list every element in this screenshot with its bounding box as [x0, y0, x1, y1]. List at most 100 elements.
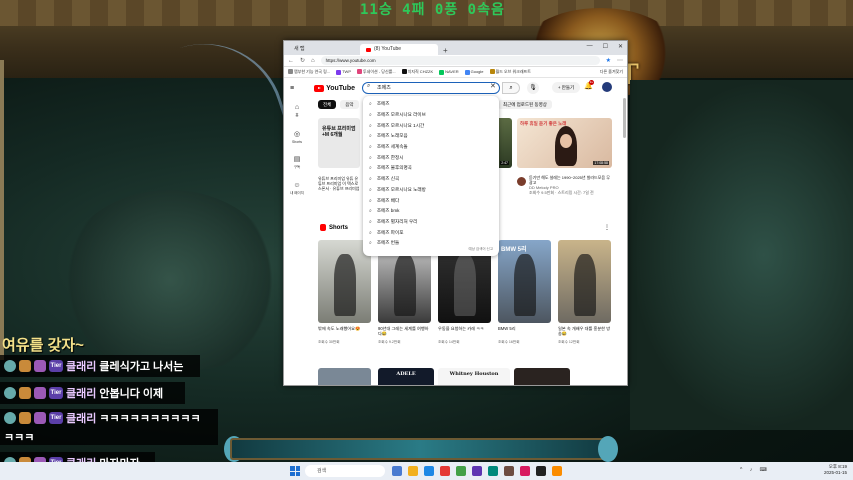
suggestion-item[interactable]: ⌕ 조에즈 불후의명곡 [363, 163, 499, 174]
bookmark-item[interactable]: TWP [336, 69, 351, 75]
game-frame-left-edge [0, 60, 4, 360]
short-title[interactable]: 밖에 속도 노래했어요😍 [318, 326, 371, 331]
short-thumbnail[interactable]: BMW 5리 [498, 240, 551, 323]
chat-message: Tier 클래리 안봅니다 이제 [0, 382, 185, 404]
tab-youtube[interactable]: (8) YouTube [360, 44, 438, 55]
chip-music[interactable]: 음악 [340, 100, 359, 109]
app-icon[interactable] [536, 466, 546, 476]
file-explorer-icon[interactable] [408, 466, 418, 476]
refresh-icon[interactable]: ↻ [300, 57, 305, 64]
suggestion-item[interactable]: ⌕ 조에즈 배다 [363, 195, 499, 206]
app-icon[interactable] [456, 466, 466, 476]
bookmark-item[interactable]: NAVER [439, 69, 459, 75]
suggestion-item[interactable]: ⌕ 조에즈 [363, 99, 499, 110]
windows-start-icon[interactable] [290, 466, 300, 476]
short-title[interactable]: BMW 5리 [498, 326, 551, 331]
new-tab-button[interactable]: + [440, 46, 451, 55]
voice-search-button[interactable]: 🎙 [527, 82, 539, 94]
suggestion-item[interactable]: ⌕ 조에즈 모르시나요 1시간 [363, 120, 499, 131]
suggestion-item[interactable]: ⌕ 조에즈 모르시나요 라이브 [363, 110, 499, 121]
tab-label: 새 탭 [294, 46, 305, 52]
task-view-icon[interactable] [392, 466, 402, 476]
suggestion-item[interactable]: ⌕ 조에즈 별자리처 우리 [363, 217, 499, 228]
profile-icon: ☺ [293, 182, 301, 189]
heart-badge-icon [34, 360, 46, 372]
bar-cap-right [598, 436, 618, 462]
video-thumbnail[interactable]: 하루 휴일 듣기 좋은 노래 17:08:58 [517, 118, 612, 168]
report-suggestions-link[interactable]: 예상 검색어 신고 [469, 247, 494, 252]
clear-search-button[interactable]: ✕ [490, 82, 496, 90]
search-input[interactable]: 조에즈 [362, 82, 500, 94]
edge-browser-icon[interactable] [424, 466, 434, 476]
video-thumbnail[interactable]: Whitney Houston [438, 368, 510, 385]
chat-text: ㅋㅋㅋㅋㅋㅋㅋㅋㅋㅋ [99, 412, 201, 425]
app-icon[interactable] [488, 466, 498, 476]
viewer-badge-icon [4, 411, 16, 424]
video-duration: 17:08:58 [593, 161, 609, 165]
home-icon[interactable]: ⌂ [311, 58, 315, 64]
video-thumbnail[interactable]: ADELE [378, 368, 434, 385]
extensions-icon[interactable]: ⋯ [617, 57, 623, 64]
video-thumbnail[interactable] [514, 368, 570, 385]
sidebar-item-you[interactable]: ☺ 내 페이지 [284, 176, 310, 202]
short-title[interactable]: 일본 속 개배우 대를 흥분한 방송😂 [558, 326, 611, 336]
app-icon[interactable] [504, 466, 514, 476]
video-title[interactable]: 듣기만 해도 설레는 1990~2025년 발라드모음 무광고 [529, 175, 612, 185]
tab-bar: 새 탭 (8) YouTube + — ☐ ✕ [284, 41, 627, 55]
menu-icon[interactable]: ≡ [290, 85, 294, 92]
system-tray[interactable]: ^ ♪ ⌨ [740, 467, 770, 473]
suggestion-item[interactable]: ⌕ 조에즈 파이포 [363, 227, 499, 238]
avatar[interactable] [602, 82, 612, 92]
shorts-icon: ◎ [293, 130, 301, 138]
maximize-button[interactable]: ☐ [603, 43, 608, 50]
url-field[interactable]: https://www.youtube.com [320, 56, 600, 65]
video-thumbnail[interactable] [318, 368, 371, 385]
short-figure [514, 254, 536, 316]
short-title[interactable]: 우동을 요청하는 카레 ㅋㅋ [438, 326, 491, 331]
search-icon: ⌕ [369, 208, 372, 215]
taskbar-search-input[interactable]: 검색 [305, 465, 385, 477]
sidebar-item-shorts[interactable]: ◎ Shorts [284, 124, 310, 150]
back-icon[interactable]: ← [288, 58, 294, 64]
video-stats: 조회수 9.5만회 · 스트리밍 시간: 7일 전 [529, 190, 594, 195]
favorite-star-icon[interactable]: ★ [606, 57, 611, 64]
suggestion-item[interactable]: ⌕ 조에즈 bmk [363, 206, 499, 217]
taskbar-clock[interactable]: 오후 8:19 2025-01-15 [824, 464, 847, 476]
search-icon: ⌕ [509, 85, 513, 91]
app-icon[interactable] [440, 466, 450, 476]
bookmark-item[interactable]: 투네이션 - 당신를... [357, 69, 396, 75]
tab-new-tab[interactable]: 새 탭 [288, 44, 358, 55]
close-window-button[interactable]: ✕ [618, 43, 623, 50]
minimize-button[interactable]: — [587, 43, 593, 50]
bookmark-item[interactable]: 맵부한 기능 연국 링... [288, 69, 330, 75]
search-button[interactable]: ⌕ [502, 82, 520, 94]
short-thumbnail[interactable] [558, 240, 611, 323]
app-icon[interactable] [552, 466, 562, 476]
address-toolbar: ← ↻ ⌂ https://www.youtube.com ★ ⋯ [284, 55, 627, 67]
create-button[interactable]: + 만들기 [552, 82, 580, 93]
suggestion-item[interactable]: ⌕ 조에즈 노래모음 [363, 131, 499, 142]
bookmark-item[interactable]: 월드 오브 워크래프트 [489, 69, 531, 75]
short-title[interactable]: 90년대 그레는 세계를 여행하다😂 [378, 326, 431, 336]
chip-all[interactable]: 전체 [318, 100, 337, 109]
bookmark-item[interactable]: 치지직 CHZZK [401, 69, 433, 75]
suggestion-item[interactable]: ⌕ 조에즈 모르시나요 노래방 [363, 185, 499, 196]
windows-taskbar: 검색 ^ ♪ ⌨ 오후 8:19 2025-01-15 [0, 462, 853, 480]
bookmark-item[interactable]: Google [464, 69, 484, 75]
chip-recently-uploaded[interactable]: 최근에 업로드된 동영상 [498, 100, 552, 109]
suggestion-item[interactable]: ⌕ 조에즈 세계속돌 [363, 142, 499, 153]
short-views: 조회수 30만회 [318, 340, 340, 344]
shorts-section-title: Shorts [320, 224, 348, 231]
youtube-logo[interactable]: YouTube [314, 84, 355, 92]
search-icon: ⌕ [369, 112, 372, 119]
sidebar-item-subscriptions[interactable]: ▤ 구독 [284, 150, 310, 176]
suggestion-item[interactable]: ⌕ 조에즈 신곡 [363, 174, 499, 185]
suggestion-item[interactable]: ⌕ 조에즈 한정시 [363, 152, 499, 163]
app-icon[interactable] [520, 466, 530, 476]
app-icon[interactable] [472, 466, 482, 476]
other-bookmarks[interactable]: 다른 즐겨찾기 [600, 69, 623, 75]
game-scene-right [630, 80, 853, 430]
page-scrollbar[interactable] [623, 98, 626, 138]
sidebar-item-home[interactable]: ⌂ 홈 [284, 98, 310, 124]
more-options-icon[interactable]: ⋮ [604, 224, 610, 231]
